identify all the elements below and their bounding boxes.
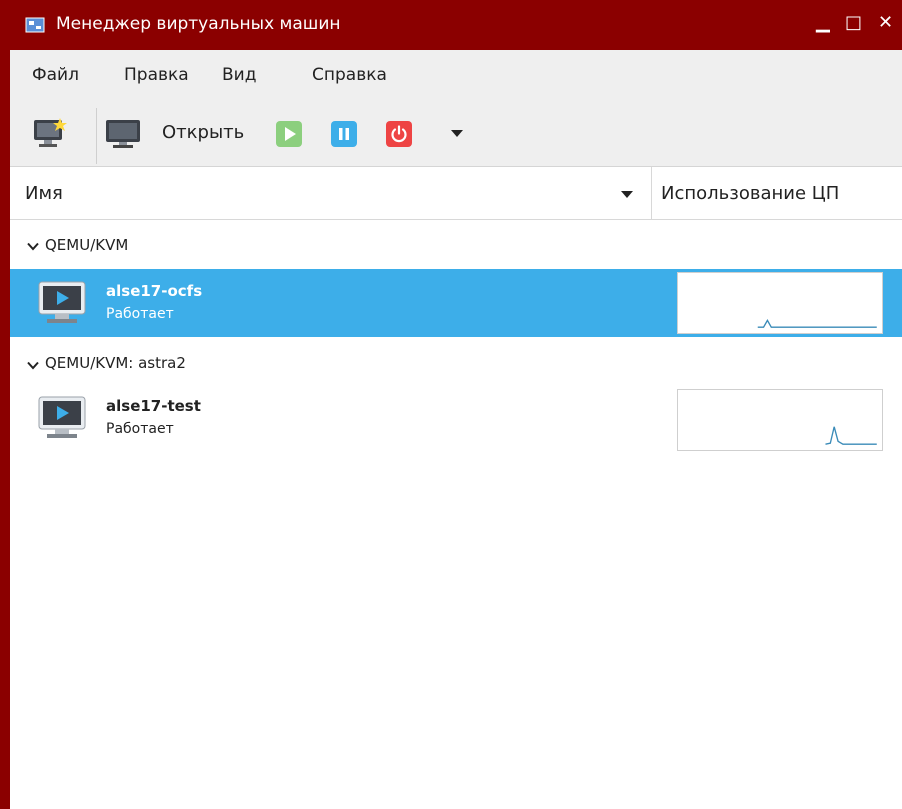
vm-monitor-icon xyxy=(38,281,86,323)
play-icon xyxy=(285,127,296,141)
cpu-usage-graph xyxy=(677,389,883,451)
chevron-down-icon[interactable] xyxy=(27,242,39,251)
title-bar: Менеджер виртуальных машин ▁ □ ✕ xyxy=(0,0,902,50)
vm-name: alse17-ocfs xyxy=(106,282,203,300)
menu-view[interactable]: Вид xyxy=(222,65,256,85)
vm-status: Работает xyxy=(106,306,174,322)
column-name-header[interactable]: Имя xyxy=(25,183,63,204)
maximize-icon[interactable]: □ xyxy=(845,12,862,33)
monitor-icon[interactable] xyxy=(104,118,144,150)
run-button[interactable] xyxy=(276,121,302,147)
connection-label: QEMU/KVM xyxy=(45,236,129,254)
shutdown-menu-arrow-icon[interactable] xyxy=(450,128,464,138)
connection-group[interactable]: QEMU/KVM xyxy=(10,222,902,268)
connection-label: QEMU/KVM: astra2 xyxy=(45,354,186,372)
pause-icon xyxy=(339,128,349,140)
vm-monitor-icon xyxy=(38,396,86,438)
minimize-icon[interactable]: ▁ xyxy=(816,12,830,33)
virt-manager-icon xyxy=(25,17,45,33)
power-icon xyxy=(391,125,407,143)
new-vm-icon[interactable] xyxy=(32,116,68,150)
close-icon[interactable]: ✕ xyxy=(878,12,893,33)
vm-row[interactable]: alse17-ocfs Работает xyxy=(10,269,902,337)
toolbar-separator xyxy=(96,108,97,164)
sort-arrow-icon[interactable] xyxy=(620,189,634,199)
vm-status: Работает xyxy=(106,421,174,437)
pause-button[interactable] xyxy=(331,121,357,147)
menu-help[interactable]: Справка xyxy=(312,65,387,85)
vm-name: alse17-test xyxy=(106,397,201,415)
column-separator xyxy=(651,167,652,219)
connection-group[interactable]: QEMU/KVM: astra2 xyxy=(10,339,902,385)
cpu-usage-graph xyxy=(677,272,883,334)
open-button[interactable]: Открыть xyxy=(162,122,244,143)
column-header: Имя Использование ЦП xyxy=(10,167,902,220)
menu-edit[interactable]: Правка xyxy=(124,65,189,85)
toolbar: Открыть xyxy=(10,102,902,167)
shutdown-button[interactable] xyxy=(386,121,412,147)
menu-bar: Файл Правка Вид Справка xyxy=(10,50,902,102)
chevron-down-icon[interactable] xyxy=(27,361,39,370)
menu-file[interactable]: Файл xyxy=(32,65,79,85)
column-cpu-header[interactable]: Использование ЦП xyxy=(661,183,839,204)
window-title: Менеджер виртуальных машин xyxy=(56,14,341,34)
window-frame-left xyxy=(0,50,10,809)
vm-row[interactable]: alse17-test Работает xyxy=(10,386,902,454)
